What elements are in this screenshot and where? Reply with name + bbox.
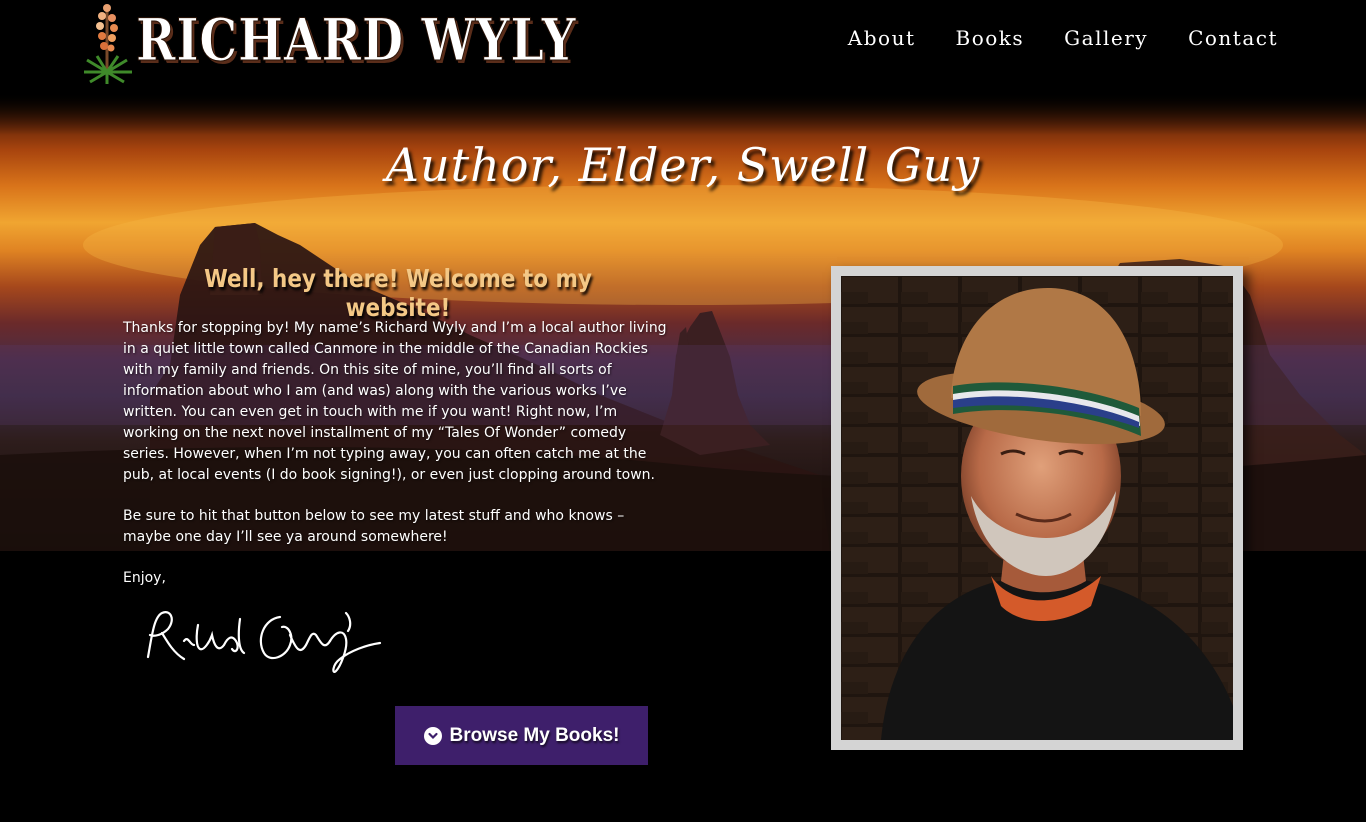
intro-paragraph: Thanks for stopping by! My name’s Richar… xyxy=(123,320,667,483)
nav-item-books[interactable]: Books xyxy=(956,26,1025,50)
site-header: RICHARD WYLY About Books Gallery Contact xyxy=(0,0,1366,95)
yucca-plant-icon xyxy=(84,4,132,84)
author-photo xyxy=(841,276,1233,740)
browse-books-button[interactable]: Browse My Books! xyxy=(395,706,648,765)
signoff: Enjoy, xyxy=(123,570,166,586)
chevron-down-circle-icon xyxy=(423,726,442,745)
page-title: Author, Elder, Swell Guy xyxy=(385,138,981,192)
hero-top-fade xyxy=(0,95,1366,135)
signature-image xyxy=(146,611,382,673)
nav-item-gallery[interactable]: Gallery xyxy=(1064,26,1148,50)
author-portrait xyxy=(831,266,1243,750)
welcome-heading: Well, hey there! Welcome to my website! xyxy=(204,264,592,322)
nav-item-about[interactable]: About xyxy=(848,26,916,50)
site-logo[interactable]: RICHARD WYLY xyxy=(82,0,576,86)
intro-text: Thanks for stopping by! My name’s Richar… xyxy=(123,318,675,609)
nav-item-contact[interactable]: Contact xyxy=(1188,26,1278,50)
site-title: RICHARD WYLY xyxy=(136,6,577,75)
intro-paragraph: Be sure to hit that button below to see … xyxy=(123,508,625,545)
main-nav: About Books Gallery Contact xyxy=(848,26,1278,50)
browse-books-label: Browse My Books! xyxy=(449,724,620,746)
